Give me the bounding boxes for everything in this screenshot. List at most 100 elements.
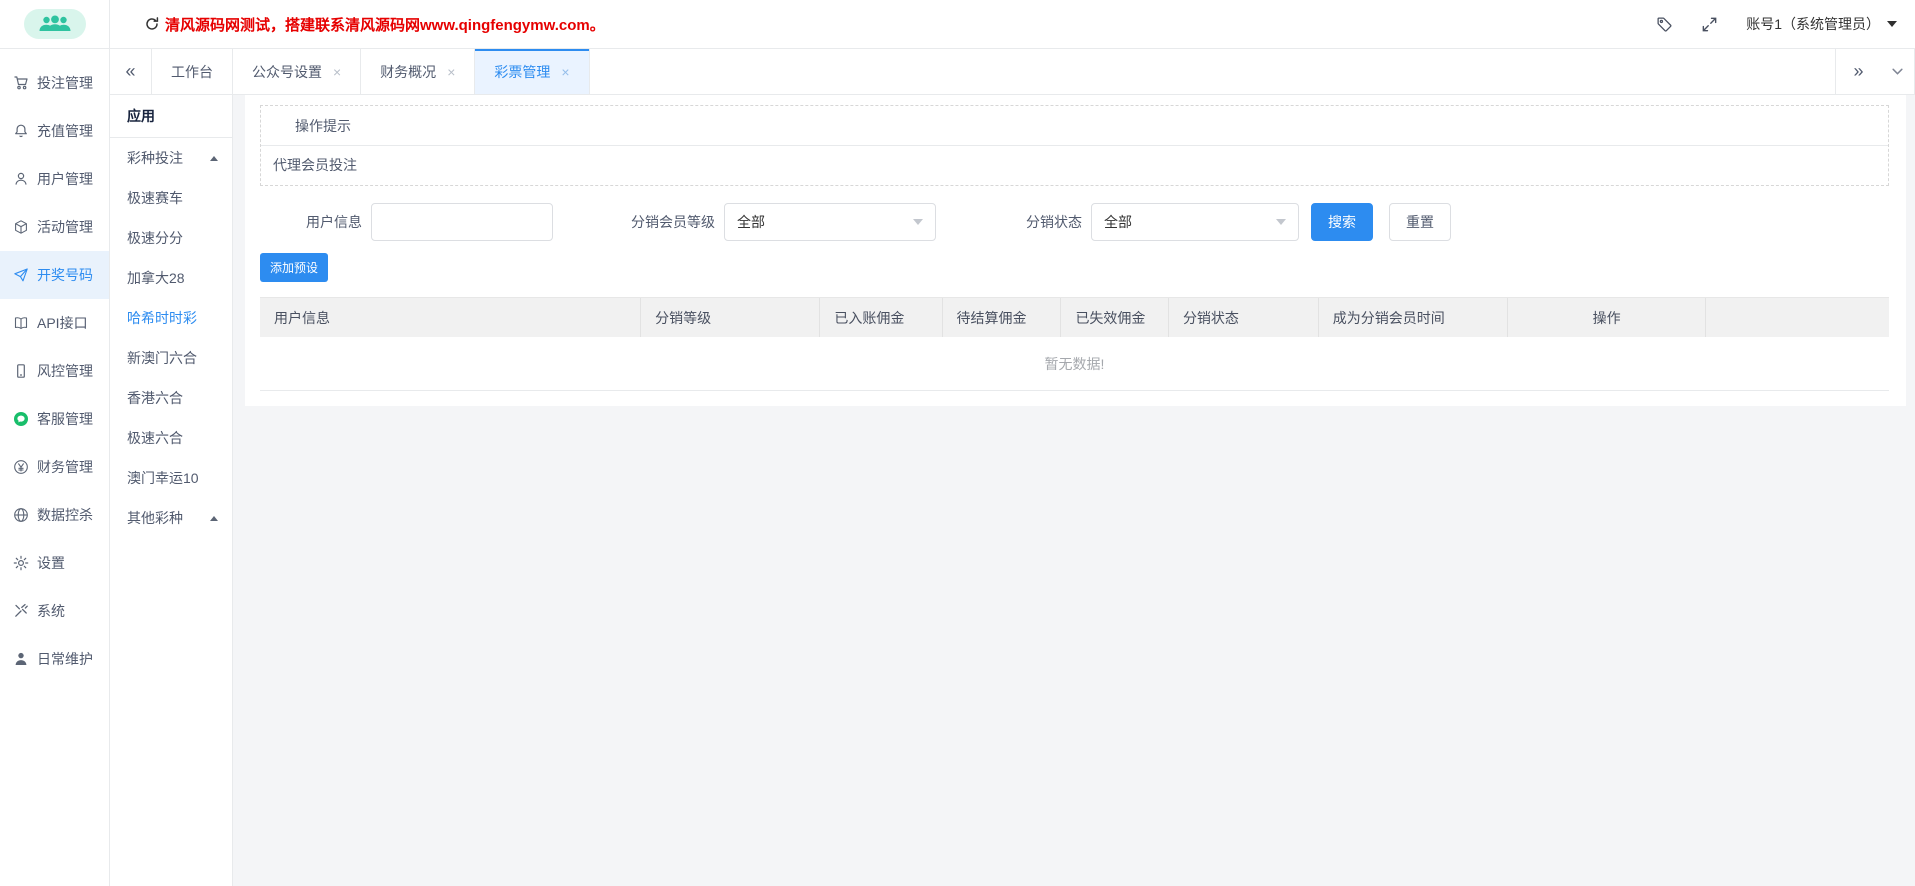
tabs-scroll-right-button[interactable]: » [1835, 49, 1881, 94]
user-icon [13, 171, 29, 187]
close-icon[interactable]: × [333, 64, 341, 80]
sidebar-item-label: 用户管理 [37, 169, 93, 189]
collapse-up-icon [210, 156, 218, 161]
submenu-item-new-macau-liuhe[interactable]: 新澳门六合 [110, 338, 232, 378]
submenu-item-speed-racing[interactable]: 极速赛车 [110, 178, 232, 218]
tab-label: 财务概况 [380, 62, 436, 82]
sidebar-item-label: 开奖号码 [37, 265, 93, 285]
sidebar-item-label: 系统 [37, 601, 65, 621]
submenu-item-label: 极速六合 [127, 428, 183, 448]
submenu-item-lottery-betting[interactable]: 彩种投注 [110, 138, 232, 178]
tab-label: 彩票管理 [494, 62, 550, 82]
sidebar-item-data-control[interactable]: 数据控杀 [0, 491, 109, 539]
tab-label: 工作台 [171, 62, 213, 82]
globe-icon [13, 507, 29, 523]
fullscreen-icon[interactable] [1701, 16, 1718, 33]
sidebar-item-daily-maintenance[interactable]: 日常维护 [0, 635, 109, 683]
sidebar-item-label: 设置 [37, 553, 65, 573]
distribution-level-label: 分销会员等级 [631, 212, 715, 232]
sidebar-item-label: 财务管理 [37, 457, 93, 477]
tab-lottery-management[interactable]: 彩票管理 × [475, 49, 589, 94]
submenu-item-label: 澳门幸运10 [127, 468, 199, 488]
user-info-input[interactable] [371, 203, 553, 241]
submenu-item-speed-liuhe[interactable]: 极速六合 [110, 418, 232, 458]
close-icon[interactable]: × [447, 64, 455, 80]
maintenance-icon [13, 651, 29, 667]
send-icon [13, 267, 29, 283]
sidebar-item-label: API接口 [37, 313, 88, 333]
sidebar-item-label: 充值管理 [37, 121, 93, 141]
account-name: 账号1（系统管理员） [1746, 14, 1880, 34]
submenu-item-other-lottery[interactable]: 其他彩种 [110, 498, 232, 538]
submenu-title: 应用 [110, 95, 232, 138]
select-value: 全部 [1104, 212, 1132, 232]
sidebar-item-activity-management[interactable]: 活动管理 [0, 203, 109, 251]
tab-official-account-settings[interactable]: 公众号设置 × [233, 49, 361, 94]
system-notice: 清风源码网测试，搭建联系清风源码网www.qingfengymw.com。 [144, 14, 605, 35]
sidebar-item-finance-management[interactable]: 财务管理 [0, 443, 109, 491]
tip-panel-body: 代理会员投注 [261, 146, 1888, 185]
logo-people-icon [24, 9, 86, 39]
table-header-row: 用户信息 分销等级 已入账佣金 待结算佣金 已失效佣金 分销状态 成为分销会员时… [260, 297, 1889, 337]
column-header-pending-commission: 待结算佣金 [943, 298, 1062, 337]
top-bar: 清风源码网测试，搭建联系清风源码网www.qingfengymw.com。 账号… [0, 0, 1915, 49]
column-header-actions: 操作 [1508, 298, 1707, 337]
cart-icon [13, 75, 29, 91]
account-menu[interactable]: 账号1（系统管理员） [1746, 14, 1897, 34]
sidebar-item-label: 风控管理 [37, 361, 93, 381]
distribution-level-select[interactable]: 全部 [724, 203, 936, 241]
collapse-up-icon [210, 516, 218, 521]
sidebar-item-customer-service[interactable]: 客服管理 [0, 395, 109, 443]
book-icon [13, 315, 29, 331]
submenu-item-label: 其他彩种 [127, 508, 183, 528]
submenu-item-speed-fenfen[interactable]: 极速分分 [110, 218, 232, 258]
close-icon[interactable]: × [561, 64, 569, 80]
submenu-item-label: 彩种投注 [127, 148, 183, 168]
filter-form: 用户信息 分销会员等级 全部 分销状态 全部 搜索 重置 [260, 203, 1889, 241]
select-value: 全部 [737, 212, 765, 232]
gear-icon [13, 555, 29, 571]
column-header-member-since: 成为分销会员时间 [1319, 298, 1508, 337]
sidebar-item-label: 投注管理 [37, 73, 93, 93]
tabs-menu-button[interactable] [1881, 49, 1915, 94]
refresh-icon[interactable] [144, 16, 160, 32]
bell-icon [13, 123, 29, 139]
submenu-item-canada-28[interactable]: 加拿大28 [110, 258, 232, 298]
sidebar-item-risk-management[interactable]: 风控管理 [0, 347, 109, 395]
top-bar-actions: 账号1（系统管理员） [1656, 14, 1915, 34]
sidebar-item-user-management[interactable]: 用户管理 [0, 155, 109, 203]
submenu-item-label: 加拿大28 [127, 268, 185, 288]
sidebar-item-recharge-management[interactable]: 充值管理 [0, 107, 109, 155]
tab-bar: « 工作台 公众号设置 × 财务概况 × 彩票管理 × » [110, 49, 1915, 95]
sidebar-item-label: 数据控杀 [37, 505, 93, 525]
submenu-item-label: 香港六合 [127, 388, 183, 408]
distribution-table: 用户信息 分销等级 已入账佣金 待结算佣金 已失效佣金 分销状态 成为分销会员时… [260, 297, 1889, 391]
sidebar-item-settings[interactable]: 设置 [0, 539, 109, 587]
submenu-item-hash-ssc[interactable]: 哈希时时彩 [110, 298, 232, 338]
add-preset-button[interactable]: 添加预设 [260, 253, 328, 282]
app-logo[interactable] [0, 0, 110, 48]
tabs-scroll-left-button[interactable]: « [110, 49, 152, 94]
reset-button[interactable]: 重置 [1389, 203, 1451, 241]
main-content: 操作提示 代理会员投注 用户信息 分销会员等级 全部 分销状态 全部 [233, 95, 1915, 886]
tag-icon[interactable] [1656, 16, 1673, 33]
submenu-item-hongkong-liuhe[interactable]: 香港六合 [110, 378, 232, 418]
tab-finance-overview[interactable]: 财务概况 × [361, 49, 475, 94]
main-sidebar: 投注管理 充值管理 用户管理 活动管理 开奖号码 [0, 49, 110, 886]
column-header-distribution-status: 分销状态 [1169, 298, 1319, 337]
sidebar-item-system[interactable]: 系统 [0, 587, 109, 635]
tab-workbench[interactable]: 工作台 [152, 49, 233, 94]
content-card: 操作提示 代理会员投注 用户信息 分销会员等级 全部 分销状态 全部 [245, 95, 1906, 406]
sidebar-item-api[interactable]: API接口 [0, 299, 109, 347]
chevron-down-icon [1891, 65, 1904, 78]
submenu-item-macau-lucky-10[interactable]: 澳门幸运10 [110, 458, 232, 498]
phone-icon [13, 363, 29, 379]
cube-icon [13, 219, 29, 235]
search-button[interactable]: 搜索 [1311, 203, 1373, 241]
yen-icon [13, 459, 29, 475]
caret-down-icon [1887, 21, 1897, 27]
sidebar-item-bet-management[interactable]: 投注管理 [0, 59, 109, 107]
sidebar-item-lottery-numbers[interactable]: 开奖号码 [0, 251, 109, 299]
chat-icon [13, 411, 29, 427]
distribution-status-select[interactable]: 全部 [1091, 203, 1299, 241]
